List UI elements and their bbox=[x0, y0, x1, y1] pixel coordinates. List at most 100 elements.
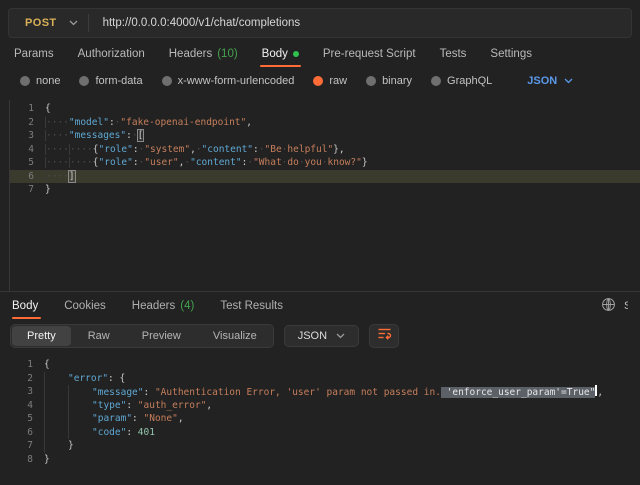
code-line[interactable]: 4········{"role":·"system",·"content":·"… bbox=[10, 143, 640, 157]
code-text: "error": { bbox=[44, 372, 125, 386]
body-mode-none[interactable]: none bbox=[20, 75, 60, 87]
green-dot-icon bbox=[293, 51, 299, 57]
body-mode-row: none form-data x-www-form-urlencoded raw bin… bbox=[0, 68, 640, 94]
response-pane: BodyCookiesHeaders(4)Test ResultsStatus … bbox=[0, 291, 640, 466]
body-mode-binary[interactable]: binary bbox=[366, 75, 412, 87]
code-line[interactable]: 7} bbox=[9, 439, 640, 453]
code-line[interactable]: 3"message": "Authentication Error, 'user… bbox=[9, 385, 640, 399]
code-line[interactable]: 6····] bbox=[10, 170, 640, 184]
body-mode-x-www-form-urlencoded[interactable]: x-www-form-urlencoded bbox=[162, 75, 295, 87]
url-input[interactable]: http://0.0.0.0:4000/v1/chat/completions bbox=[89, 17, 301, 29]
code-line[interactable]: 2····"model":·"fake-openai-endpoint", bbox=[10, 116, 640, 130]
response-toolbar: PrettyRawPreviewVisualize JSON bbox=[0, 320, 640, 354]
tab-label: Headers bbox=[169, 48, 212, 60]
code-line[interactable]: 5········{"role":·"user",·"content":·"Wh… bbox=[10, 156, 640, 170]
response-tab-label: Test Results bbox=[220, 300, 283, 312]
response-tab-label: Cookies bbox=[64, 300, 106, 312]
code-text: "code": 401 bbox=[44, 426, 155, 440]
code-text: ····"messages":·[ bbox=[45, 129, 143, 143]
body-mode-label: x-www-form-urlencoded bbox=[178, 75, 295, 87]
line-number: 8 bbox=[9, 453, 44, 467]
line-number: 2 bbox=[9, 372, 44, 386]
radio-icon bbox=[313, 76, 323, 86]
code-line[interactable]: 2"error": { bbox=[9, 372, 640, 386]
code-line[interactable]: 3····"messages":·[ bbox=[10, 129, 640, 143]
code-line[interactable]: 7} bbox=[10, 183, 640, 197]
chevron-down-icon bbox=[564, 78, 573, 84]
line-number: 4 bbox=[10, 143, 45, 157]
response-tab-tools: Status bbox=[601, 297, 628, 315]
selected-text: 'enforce_user_param'=True" bbox=[441, 387, 595, 398]
body-mode-raw[interactable]: raw bbox=[313, 75, 347, 87]
code-text: "message": "Authentication Error, 'user'… bbox=[44, 385, 603, 399]
code-text: ····] bbox=[45, 170, 75, 184]
request-url-bar: POST http://0.0.0.0:4000/v1/chat/complet… bbox=[8, 8, 632, 38]
line-number: 6 bbox=[10, 170, 45, 184]
code-text: ····"model":·"fake-openai-endpoint", bbox=[45, 116, 252, 130]
matched-bracket: ] bbox=[68, 170, 76, 183]
active-tab-underline bbox=[12, 317, 41, 319]
tab-settings[interactable]: Settings bbox=[478, 40, 544, 68]
tab-label: Tests bbox=[440, 48, 467, 60]
view-preview[interactable]: Preview bbox=[127, 326, 196, 346]
body-mode-label: binary bbox=[382, 75, 412, 87]
response-tabs: Body Cookies Headers(4) Test Results Status bbox=[0, 292, 640, 320]
view-raw[interactable]: Raw bbox=[73, 326, 125, 346]
response-tab-headers[interactable]: Headers(4) bbox=[119, 292, 208, 320]
request-language-select[interactable]: JSON bbox=[527, 75, 573, 87]
request-body-editor[interactable]: 1{2····"model":·"fake-openai-endpoint",3… bbox=[9, 100, 640, 291]
tab-tests[interactable]: Tests bbox=[428, 40, 479, 68]
tab-label: Authorization bbox=[78, 48, 145, 60]
radio-icon bbox=[162, 76, 172, 86]
code-line[interactable]: 4"type": "auth_error", bbox=[9, 399, 640, 413]
wrap-text-button[interactable] bbox=[369, 324, 399, 348]
code-text: "param": "None", bbox=[44, 412, 184, 426]
response-language-select[interactable]: JSON bbox=[284, 325, 359, 347]
line-number: 7 bbox=[10, 183, 45, 197]
tab-authorization[interactable]: Authorization bbox=[66, 40, 157, 68]
response-tab-test-results[interactable]: Test Results bbox=[207, 292, 296, 320]
tab-label: Pre-request Script bbox=[323, 48, 416, 60]
code-line[interactable]: 1{ bbox=[10, 102, 640, 116]
code-text: } bbox=[45, 183, 51, 197]
code-line[interactable]: 5"param": "None", bbox=[9, 412, 640, 426]
code-line[interactable]: 8} bbox=[9, 453, 640, 467]
matched-bracket: [ bbox=[137, 129, 145, 142]
response-tab-cookies[interactable]: Cookies bbox=[51, 292, 119, 320]
tab-pre-request-script[interactable]: Pre-request Script bbox=[311, 40, 428, 68]
response-tab-label: Body bbox=[12, 300, 38, 312]
view-pretty[interactable]: Pretty bbox=[12, 326, 71, 346]
code-text: ········{"role":·"system",·"content":·"B… bbox=[45, 143, 345, 157]
wrap-text-icon bbox=[377, 327, 392, 345]
active-tab-underline bbox=[260, 65, 301, 67]
view-switcher: PrettyRawPreviewVisualize bbox=[10, 324, 274, 348]
response-tab-body[interactable]: Body bbox=[12, 292, 51, 320]
line-number: 1 bbox=[10, 102, 45, 116]
response-body-viewer[interactable]: 1{2"error": {3"message": "Authentication… bbox=[9, 358, 640, 466]
tab-headers[interactable]: Headers(10) bbox=[157, 40, 250, 68]
method-selector[interactable]: POST bbox=[9, 17, 69, 29]
line-number: 6 bbox=[9, 426, 44, 440]
chevron-down-icon bbox=[336, 333, 345, 339]
body-mode-label: raw bbox=[329, 75, 347, 87]
code-text: { bbox=[44, 358, 50, 372]
body-mode-label: GraphQL bbox=[447, 75, 492, 87]
line-number: 1 bbox=[9, 358, 44, 372]
tab-count-badge: (4) bbox=[180, 300, 194, 312]
view-visualize[interactable]: Visualize bbox=[198, 326, 272, 346]
body-mode-label: form-data bbox=[95, 75, 142, 87]
globe-icon[interactable] bbox=[601, 297, 616, 315]
line-number: 2 bbox=[10, 116, 45, 130]
line-number: 3 bbox=[10, 129, 45, 143]
code-line[interactable]: 6"code": 401 bbox=[9, 426, 640, 440]
tab-label: Body bbox=[262, 48, 288, 60]
tab-body[interactable]: Body bbox=[250, 40, 311, 68]
line-number: 3 bbox=[9, 385, 44, 399]
body-mode-GraphQL[interactable]: GraphQL bbox=[431, 75, 492, 87]
code-line[interactable]: 1{ bbox=[9, 358, 640, 372]
tab-params[interactable]: Params bbox=[2, 40, 66, 68]
body-mode-form-data[interactable]: form-data bbox=[79, 75, 142, 87]
status-text-clipped: Status bbox=[624, 300, 628, 312]
chevron-down-icon[interactable] bbox=[69, 20, 78, 26]
code-text: } bbox=[44, 453, 50, 467]
